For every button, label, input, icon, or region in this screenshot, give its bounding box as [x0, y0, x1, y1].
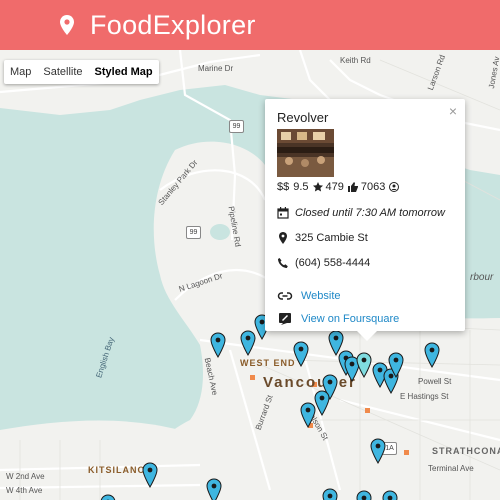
venue-info-window: × Revolver $$ 9.5 479 7063 Closed until …	[265, 99, 465, 341]
venue-pin[interactable]	[210, 332, 226, 358]
venue-pin[interactable]	[293, 341, 309, 367]
foursquare-icon	[279, 313, 291, 325]
venue-pin[interactable]	[388, 352, 404, 378]
app-header: FoodExplorer	[0, 0, 500, 50]
map-label-w-4th-ave: W 4th Ave	[6, 486, 43, 495]
highway-shield-99-north: 99	[229, 120, 244, 133]
venue-pin[interactable]	[206, 478, 222, 500]
website-link[interactable]: Website	[301, 290, 341, 302]
highway-shield-99-south: 99	[186, 226, 201, 239]
venue-pin[interactable]	[322, 488, 338, 500]
map-type-styled-map[interactable]: Styled Map	[89, 60, 159, 84]
venue-phone-row: (604) 558-4444	[277, 257, 370, 269]
info-window-tail	[357, 331, 377, 341]
map-label-strathcona: STRATHCONA	[432, 446, 500, 456]
venue-photo[interactable]	[277, 129, 334, 177]
map-label-powell-st: Powell St	[418, 377, 452, 386]
venue-pin[interactable]	[370, 438, 386, 464]
map-label-terminal-ave: Terminal Ave	[428, 464, 474, 473]
venue-pin[interactable]	[100, 494, 116, 500]
map-type-satellite[interactable]: Satellite	[37, 60, 88, 84]
map-label-kitsilano: KITSILANO	[88, 465, 146, 475]
location-pin-icon	[279, 232, 287, 244]
venue-pin[interactable]	[300, 402, 316, 428]
phone-icon	[278, 258, 288, 268]
foursquare-link[interactable]: View on Foursquare	[301, 313, 399, 325]
close-icon[interactable]: ×	[449, 103, 457, 119]
venue-phone: (604) 558-4444	[295, 257, 371, 269]
venue-pin[interactable]	[356, 490, 372, 500]
venue-rating: 9.5	[293, 181, 309, 193]
venue-pin[interactable]	[424, 342, 440, 368]
venue-pin[interactable]	[142, 462, 158, 488]
map-label-vancouver: Vancouver	[263, 374, 357, 391]
venue-address-row: 325 Cambie St	[277, 232, 368, 244]
venue-name: Revolver	[277, 110, 329, 125]
map-label-harbour: rbour	[470, 272, 494, 283]
map-type-control: Map Satellite Styled Map	[4, 60, 159, 84]
link-icon	[277, 292, 293, 300]
map-view[interactable]: Marine Dr Keith Rd Larson Rd Jones Av St…	[0, 50, 500, 500]
venue-pin-selected[interactable]	[356, 352, 372, 378]
map-type-map[interactable]: Map	[4, 60, 37, 84]
venue-stats-row: $$ 9.5 479 7063	[277, 181, 402, 193]
star-icon	[312, 182, 323, 192]
calendar-icon	[277, 207, 289, 219]
map-label-west-end: WEST END	[240, 358, 296, 368]
map-label-hastings-st: E Hastings St	[400, 392, 449, 401]
map-label-keith-rd: Keith Rd	[340, 56, 371, 65]
price-tier: $$	[277, 181, 290, 193]
person-icon	[389, 182, 400, 192]
venue-address: 325 Cambie St	[295, 232, 368, 244]
map-label-w-2nd-ave: W 2nd Ave	[6, 472, 45, 481]
venue-hours-row: Closed until 7:30 AM tomorrow	[277, 207, 445, 219]
venue-pin[interactable]	[382, 490, 398, 500]
venue-hours: Closed until 7:30 AM tomorrow	[295, 207, 445, 219]
venue-pin[interactable]	[314, 390, 330, 416]
map-pin-icon	[60, 15, 74, 35]
app-title: FoodExplorer	[90, 9, 256, 40]
rating-count: 479	[325, 181, 344, 193]
map-label-marine-dr: Marine Dr	[198, 64, 234, 73]
likes-count: 7063	[360, 181, 386, 193]
venue-foursquare-row[interactable]: View on Foursquare	[277, 312, 399, 326]
thumbs-up-icon	[347, 182, 358, 192]
venue-website-row[interactable]: Website	[277, 290, 341, 302]
